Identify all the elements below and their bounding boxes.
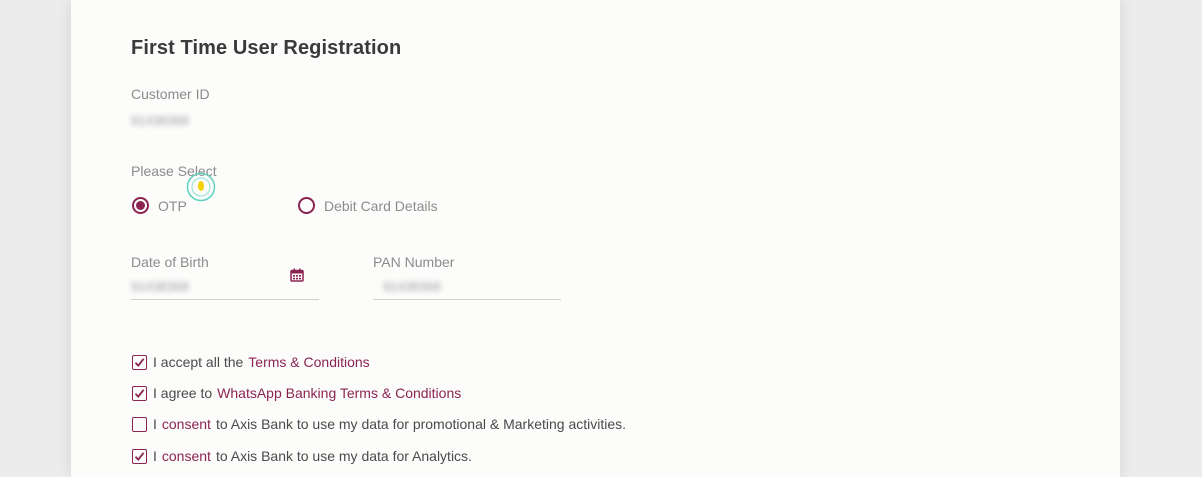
dob-input[interactable]: 91438368 (131, 279, 189, 294)
dob-underline (131, 299, 319, 300)
checkmark-icon (134, 451, 145, 461)
otp-radio-option[interactable]: OTP (132, 197, 187, 214)
consent-marketing-row: I consent to Axis Bank to use my data fo… (132, 416, 626, 432)
dob-label: Date of Birth (131, 254, 209, 270)
consent-whatsapp-row: I agree to WhatsApp Banking Terms & Cond… (132, 385, 461, 401)
customer-id-value: 91438368 (131, 113, 189, 128)
otp-radio-label: OTP (158, 197, 187, 214)
checkmark-icon (134, 357, 145, 367)
whatsapp-terms-link[interactable]: WhatsApp Banking Terms & Conditions (217, 385, 461, 401)
consent-terms-row: I accept all the Terms & Conditions (132, 354, 370, 370)
pan-underline (373, 299, 561, 300)
consent-analytics-row: I consent to Axis Bank to use my data fo… (132, 448, 472, 464)
otp-radio-button[interactable] (132, 197, 149, 214)
terms-link[interactable]: Terms & Conditions (248, 354, 369, 370)
terms-text: I accept all the (153, 354, 244, 370)
customer-id-label: Customer ID (131, 86, 210, 102)
debit-card-radio-option[interactable]: Debit Card Details (298, 197, 438, 214)
marketing-consent-prefix: I (153, 416, 157, 432)
calendar-icon[interactable] (290, 268, 304, 282)
marketing-consent-checkbox[interactable] (132, 416, 147, 432)
debit-card-radio-label: Debit Card Details (324, 197, 438, 214)
radio-selected-dot (136, 201, 145, 210)
whatsapp-terms-checkbox[interactable] (132, 385, 147, 401)
whatsapp-terms-text: I agree to (153, 385, 213, 401)
marketing-consent-text: to Axis Bank to use my data for promotio… (215, 416, 627, 432)
registration-card: First Time User Registration Customer ID… (71, 0, 1120, 477)
analytics-consent-checkbox[interactable] (132, 448, 147, 464)
pan-input[interactable]: 91438368 (383, 279, 441, 294)
analytics-consent-prefix: I (153, 448, 157, 464)
checkmark-icon (134, 388, 145, 398)
terms-checkbox[interactable] (132, 354, 147, 370)
analytics-consent-link[interactable]: consent (162, 448, 211, 464)
marketing-consent-link[interactable]: consent (162, 416, 211, 432)
debit-card-radio-button[interactable] (298, 197, 315, 214)
please-select-label: Please Select (131, 163, 217, 179)
page-title: First Time User Registration (131, 37, 402, 59)
analytics-consent-text: to Axis Bank to use my data for Analytic… (215, 448, 472, 464)
pan-label: PAN Number (373, 254, 455, 270)
